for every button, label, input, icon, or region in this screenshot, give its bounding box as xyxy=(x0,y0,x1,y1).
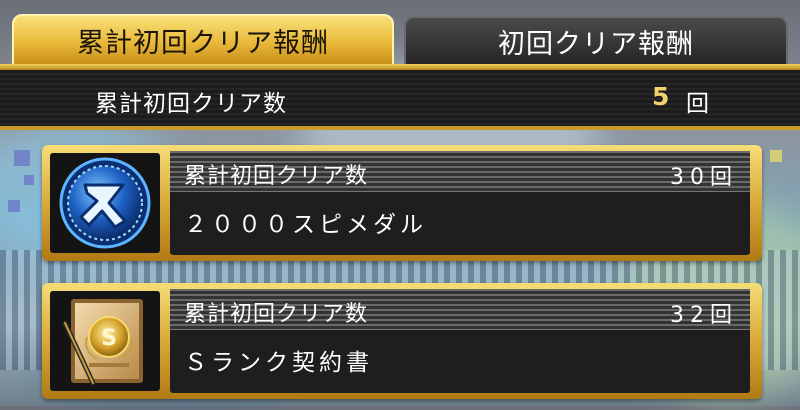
reward-condition-label: 累計初回クリア数 xyxy=(184,164,369,189)
reward-condition-label: 累計初回クリア数 xyxy=(184,302,369,327)
clear-count-value: 5 xyxy=(652,82,670,111)
reward-icon-frame: S xyxy=(50,291,160,391)
reward-required-count: 32回 xyxy=(670,303,738,328)
reward-icon-frame xyxy=(50,153,160,253)
tab-label: 累計初回クリア報酬 xyxy=(77,27,329,59)
reward-required-count: 30回 xyxy=(670,165,738,190)
reward-name: ２０００スピメダル xyxy=(184,212,427,238)
tab-cumulative-first-clear-rewards[interactable]: 累計初回クリア報酬 xyxy=(12,14,394,66)
clear-count-label: 累計初回クリア数 xyxy=(95,91,287,117)
reward-header: 累計初回クリア数 30回 xyxy=(170,151,750,192)
reward-card[interactable]: 累計初回クリア数 30回 ２０００スピメダル xyxy=(42,145,762,261)
s-rank-contract-icon: S xyxy=(62,299,143,386)
clear-count-bar: 累計初回クリア数 5 回 xyxy=(0,70,800,130)
reward-name: Ｓランク契約書 xyxy=(184,350,373,376)
tab-label: 初回クリア報酬 xyxy=(498,28,694,60)
clear-count-unit: 回 xyxy=(686,91,709,117)
reward-details: 累計初回クリア数 32回 Ｓランク契約書 xyxy=(170,289,750,393)
spi-medal-icon xyxy=(59,157,151,249)
svg-text:S: S xyxy=(101,326,117,351)
tab-first-clear-rewards[interactable]: 初回クリア報酬 xyxy=(404,16,788,66)
reward-details: 累計初回クリア数 30回 ２０００スピメダル xyxy=(170,151,750,255)
reward-card[interactable]: S 累計初回クリア数 32回 Ｓランク契約書 xyxy=(42,283,762,399)
reward-header: 累計初回クリア数 32回 xyxy=(170,289,750,330)
